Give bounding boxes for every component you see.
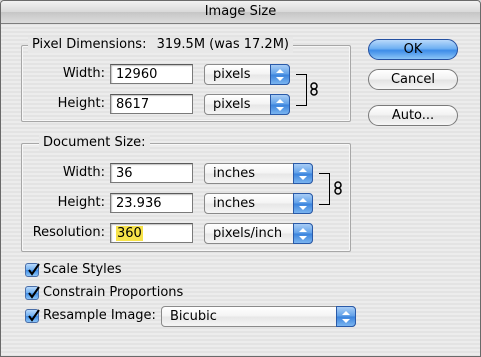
doc-link-bracket xyxy=(319,173,330,205)
checkmark-icon xyxy=(28,286,40,299)
chain-link-icon xyxy=(310,82,318,100)
image-size-dialog: Image Size Pixel Dimensions: 319.5M (was… xyxy=(0,0,481,357)
pixel-height-unit-select[interactable]: pixels xyxy=(204,94,290,115)
pixel-width-field[interactable]: 12960 xyxy=(110,64,193,84)
checkmark-icon xyxy=(28,309,40,322)
updown-arrows-icon xyxy=(293,193,313,214)
doc-height-unit-select[interactable]: inches xyxy=(204,193,313,214)
resample-image-checkbox[interactable] xyxy=(25,309,40,323)
pixel-width-unit: pixels xyxy=(213,67,251,82)
constrain-proportions-checkbox[interactable] xyxy=(25,286,40,300)
title-bar: Image Size xyxy=(1,1,480,24)
scale-styles-checkbox[interactable] xyxy=(25,263,40,277)
resolution-value: 360 xyxy=(116,226,143,241)
pixel-height-field[interactable]: 8617 xyxy=(110,94,193,114)
pixel-height-unit: pixels xyxy=(213,97,251,112)
doc-width-unit: inches xyxy=(213,166,256,181)
updown-arrows-icon xyxy=(270,94,290,115)
updown-arrows-icon xyxy=(270,64,290,85)
doc-width-label: Width: xyxy=(62,165,105,180)
updown-arrows-icon xyxy=(293,223,313,244)
updown-arrows-icon xyxy=(336,306,356,327)
chain-link-icon xyxy=(334,181,342,199)
resolution-unit: pixels/inch xyxy=(213,226,283,241)
cancel-button[interactable]: Cancel xyxy=(368,69,458,90)
pixel-width-label: Width: xyxy=(62,66,105,81)
document-size-legend: Document Size: xyxy=(39,135,150,151)
pixel-dimensions-legend: Pixel Dimensions: 319.5M (was 17.2M) xyxy=(28,37,293,53)
pixel-dimensions-label: Pixel Dimensions: xyxy=(32,37,147,52)
doc-height-label: Height: xyxy=(57,195,105,210)
pixel-dimensions-size: 319.5M (was 17.2M) xyxy=(156,37,289,52)
updown-arrows-icon xyxy=(293,163,313,184)
resample-method-select[interactable]: Bicubic xyxy=(161,306,356,327)
window-title: Image Size xyxy=(204,4,277,19)
scale-styles-label: Scale Styles xyxy=(43,262,122,277)
pixel-width-unit-select[interactable]: pixels xyxy=(204,64,290,85)
resolution-field[interactable]: 360 xyxy=(110,223,193,243)
pixel-link-bracket xyxy=(296,74,307,106)
resolution-unit-select[interactable]: pixels/inch xyxy=(204,223,313,244)
checkmark-icon xyxy=(28,263,40,276)
doc-height-field[interactable]: 23.936 xyxy=(110,193,193,213)
auto-button[interactable]: Auto... xyxy=(368,105,458,126)
doc-width-unit-select[interactable]: inches xyxy=(204,163,313,184)
resolution-label: Resolution: xyxy=(32,225,105,240)
resample-image-label: Resample Image: xyxy=(43,308,156,323)
resample-method: Bicubic xyxy=(170,309,217,324)
doc-height-unit: inches xyxy=(213,196,256,211)
pixel-height-label: Height: xyxy=(57,96,105,111)
ok-button[interactable]: OK xyxy=(368,39,458,60)
constrain-proportions-label: Constrain Proportions xyxy=(43,285,184,300)
doc-width-field[interactable]: 36 xyxy=(110,163,193,183)
